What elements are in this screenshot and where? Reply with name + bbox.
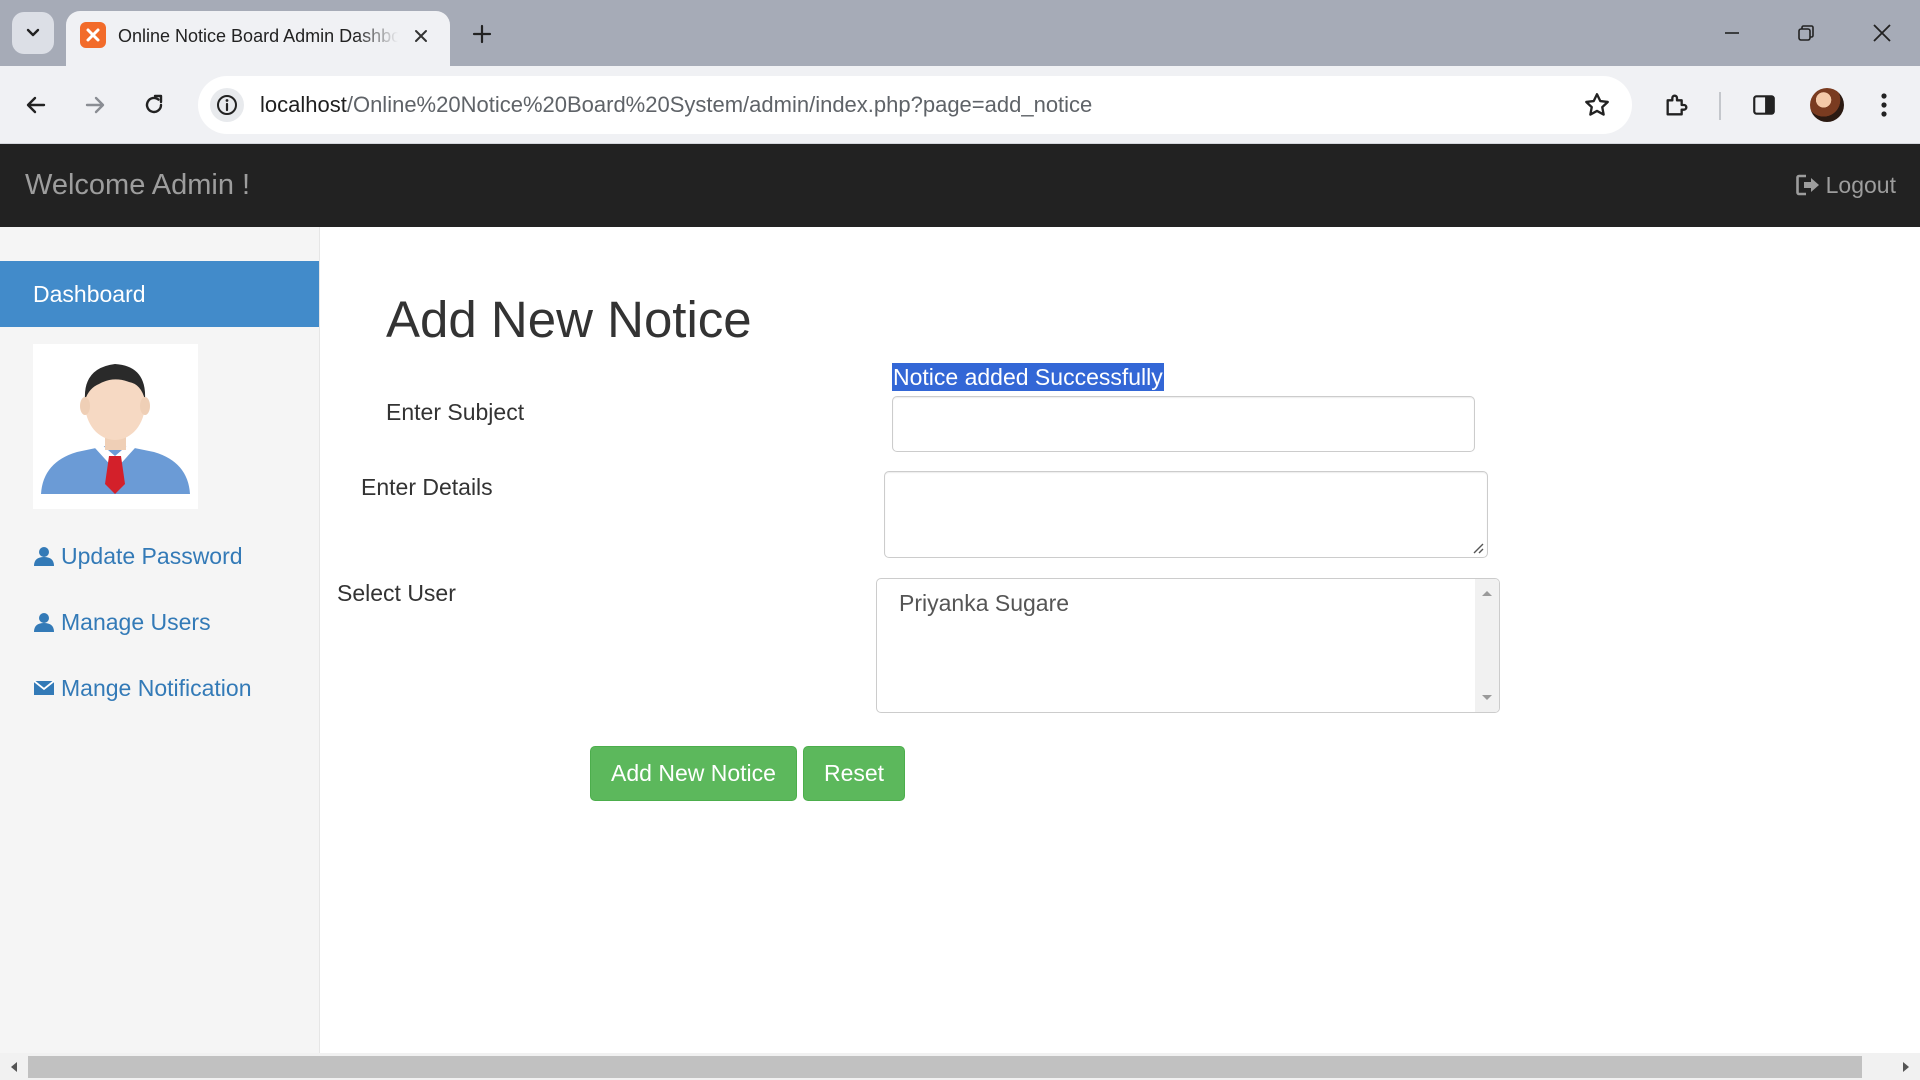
back-icon: [26, 96, 46, 114]
page-title: Add New Notice: [386, 291, 752, 348]
star-icon[interactable]: [1582, 90, 1612, 120]
minimize-icon: [1725, 32, 1739, 34]
subject-input[interactable]: [892, 396, 1475, 452]
toolbar-separator: [1719, 92, 1721, 120]
restore-icon: [1798, 25, 1814, 41]
details-textarea[interactable]: [884, 471, 1488, 558]
resize-grip-icon[interactable]: [1470, 540, 1484, 554]
window-close-button[interactable]: [1852, 10, 1912, 56]
forward-button[interactable]: [74, 84, 116, 126]
envelope-icon: [33, 680, 55, 695]
restore-button[interactable]: [1776, 10, 1836, 56]
logout-label: Logout: [1825, 172, 1896, 198]
scroll-left-icon[interactable]: [2, 1053, 26, 1080]
browser-tab-active[interactable]: Online Notice Board Admin Dashboard: [66, 11, 450, 66]
scroll-down-icon[interactable]: [1475, 688, 1499, 708]
scrollbar-thumb[interactable]: [28, 1056, 1862, 1078]
more-menu-button[interactable]: [1863, 84, 1905, 126]
select-user-label: Select User: [337, 580, 456, 606]
side-panel-icon: [1753, 95, 1775, 115]
back-button[interactable]: [15, 84, 57, 126]
address-bar[interactable]: localhost/Online%20Notice%20Board%20Syst…: [198, 76, 1632, 134]
user-icon: [34, 547, 54, 566]
sidebar-link-label: Update Password: [61, 543, 243, 569]
url-host: localhost: [260, 92, 347, 117]
admin-profile-image: [33, 344, 198, 509]
profile-avatar-icon[interactable]: [1810, 88, 1844, 122]
window-close-icon: [1873, 24, 1891, 42]
sidebar-item-dashboard[interactable]: Dashboard: [0, 261, 319, 327]
sidebar-link-label: Manage Users: [61, 609, 211, 635]
tab-list-button[interactable]: [12, 12, 54, 54]
details-label: Enter Details: [361, 474, 493, 500]
subject-label: Enter Subject: [386, 399, 525, 425]
forward-icon: [85, 96, 105, 114]
user-option[interactable]: Priyanka Sugare: [899, 589, 1069, 617]
sidebar-link-label: Mange Notification: [61, 675, 252, 701]
sidebar-item-manage-users[interactable]: Manage Users: [33, 608, 211, 636]
user-select-list[interactable]: Priyanka Sugare: [876, 578, 1500, 713]
horizontal-scrollbar[interactable]: [0, 1053, 1920, 1080]
navbar-brand[interactable]: Welcome Admin !: [25, 168, 250, 202]
sidebar-item-manage-notification[interactable]: Mange Notification: [33, 674, 252, 702]
add-notice-button[interactable]: Add New Notice: [590, 746, 797, 801]
reload-icon: [145, 94, 163, 114]
side-panel-button[interactable]: [1743, 84, 1785, 126]
extensions-button[interactable]: [1656, 84, 1698, 126]
sidebar: Dashboard Update Password Manage Users M…: [0, 227, 320, 1053]
top-navbar: Welcome Admin ! Logout: [0, 144, 1920, 227]
success-message: Notice added Successfully: [892, 363, 1164, 391]
new-tab-button[interactable]: [464, 16, 500, 52]
xampp-favicon-icon: [80, 22, 106, 48]
reload-button[interactable]: [133, 84, 175, 126]
chevron-down-icon: [26, 28, 40, 37]
info-icon[interactable]: [210, 88, 244, 122]
tab-title: Online Notice Board Admin Dashboard: [118, 26, 398, 46]
plus-icon: [472, 24, 492, 44]
extensions-icon: [1666, 94, 1688, 116]
user-icon: [34, 613, 54, 632]
url-path: /Online%20Notice%20Board%20System/admin/…: [346, 92, 1093, 117]
logout-link[interactable]: Logout: [1795, 171, 1896, 199]
browser-tabstrip: Online Notice Board Admin Dashboard: [0, 0, 1920, 66]
more-menu-icon: [1881, 93, 1887, 117]
scroll-right-icon[interactable]: [1894, 1053, 1918, 1080]
close-icon[interactable]: [408, 23, 434, 49]
browser-toolbar: localhost/Online%20Notice%20Board%20Syst…: [0, 66, 1920, 144]
reset-button[interactable]: Reset: [803, 746, 905, 801]
select-scrollbar[interactable]: [1475, 579, 1499, 712]
scroll-up-icon[interactable]: [1475, 583, 1499, 603]
logout-icon: [1795, 174, 1819, 196]
sidebar-item-update-password[interactable]: Update Password: [33, 542, 243, 570]
minimize-button[interactable]: [1702, 10, 1762, 56]
url-text[interactable]: localhost/Online%20Notice%20Board%20Syst…: [260, 91, 1092, 119]
